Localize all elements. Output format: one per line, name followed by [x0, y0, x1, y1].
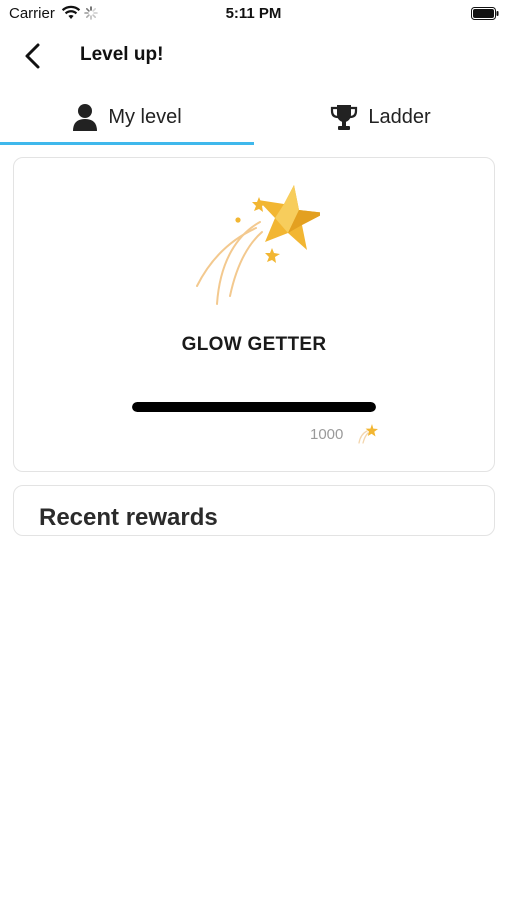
- level-name: GLOW GETTER: [181, 334, 327, 355]
- progress-bar: [132, 402, 376, 412]
- back-button[interactable]: [18, 41, 48, 71]
- navigation-bar: Level up!: [0, 28, 507, 84]
- shooting-star-small-icon: [358, 424, 378, 444]
- tab-my-level-label: My level: [108, 105, 182, 128]
- tab-ladder[interactable]: Ladder: [254, 88, 507, 146]
- tab-bar: My level Ladder: [0, 88, 507, 146]
- tab-my-level[interactable]: My level: [0, 88, 254, 146]
- status-bar: Carrier 5:11 PM: [0, 0, 507, 28]
- recent-rewards-title: Recent rewards: [39, 504, 218, 531]
- page-title: Level up!: [80, 44, 164, 65]
- battery-icon: [471, 7, 499, 20]
- recent-rewards-card: Recent rewards: [13, 485, 495, 536]
- clock: 5:11 PM: [225, 5, 282, 22]
- points-value: 1000: [310, 426, 344, 443]
- shooting-star-icon: [196, 185, 320, 305]
- level-card: GLOW GETTER 1000: [13, 157, 495, 472]
- tab-ladder-label: Ladder: [368, 105, 431, 128]
- user-icon: [73, 104, 98, 131]
- chevron-left-icon: [25, 43, 40, 69]
- trophy-icon: [331, 105, 358, 130]
- tab-selected-indicator: [0, 142, 254, 145]
- progress-fill: [132, 402, 376, 412]
